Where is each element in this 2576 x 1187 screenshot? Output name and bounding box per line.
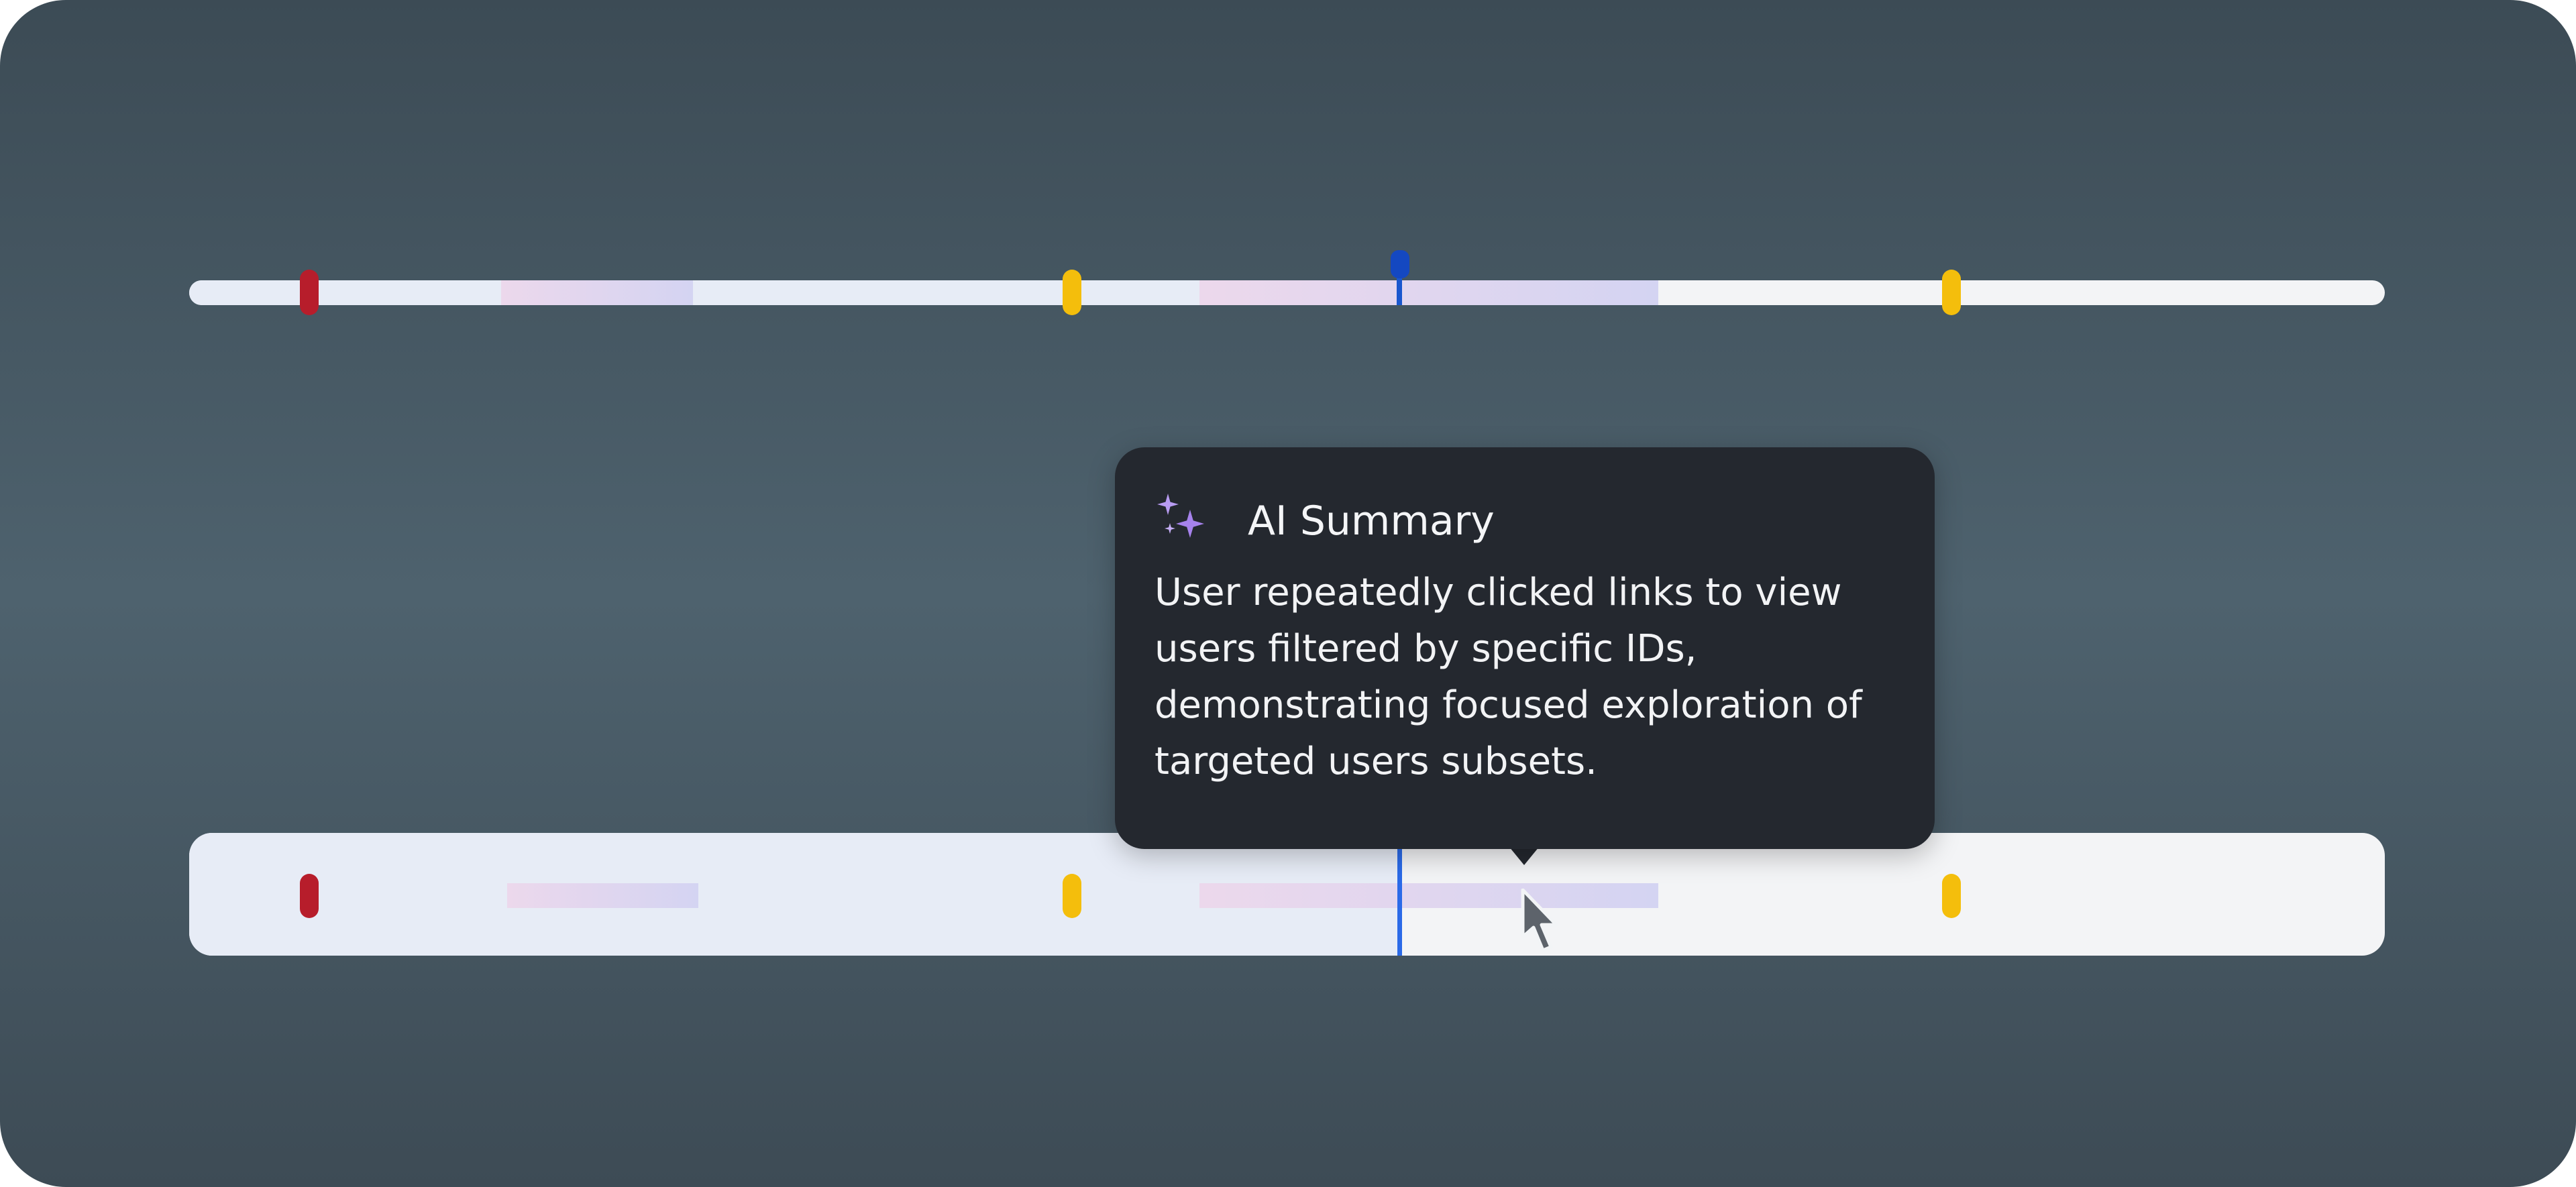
warning-event-marker[interactable]	[1942, 874, 1961, 918]
mini-timeline-track[interactable]	[189, 280, 2385, 305]
mini-timeline-playhead-handle[interactable]	[1391, 250, 1409, 278]
background-canvas: AI Summary User repeatedly clicked links…	[0, 0, 2576, 1187]
tooltip-summary-text: User repeatedly clicked links to view us…	[1155, 571, 1862, 783]
timeline-playhead[interactable]	[1397, 846, 1402, 956]
warning-event-marker[interactable]	[1942, 270, 1961, 315]
tooltip-title: AI Summary	[1248, 498, 1495, 545]
timeline-activity-segment[interactable]	[1199, 883, 1658, 908]
tooltip-header: AI Summary	[1155, 489, 1495, 553]
warning-event-marker[interactable]	[1063, 874, 1081, 918]
timeline-track[interactable]	[189, 833, 2385, 956]
mini-timeline-activity-segment[interactable]	[501, 280, 693, 305]
error-event-marker[interactable]	[300, 270, 319, 315]
ai-summary-tooltip: AI Summary User repeatedly clicked links…	[1115, 447, 1935, 849]
mini-timeline-activity-segment[interactable]	[1199, 280, 1658, 305]
sparkles-icon	[1155, 492, 1213, 550]
warning-event-marker[interactable]	[1063, 270, 1081, 315]
timeline-activity-segment[interactable]	[507, 883, 698, 908]
error-event-marker[interactable]	[300, 874, 319, 918]
